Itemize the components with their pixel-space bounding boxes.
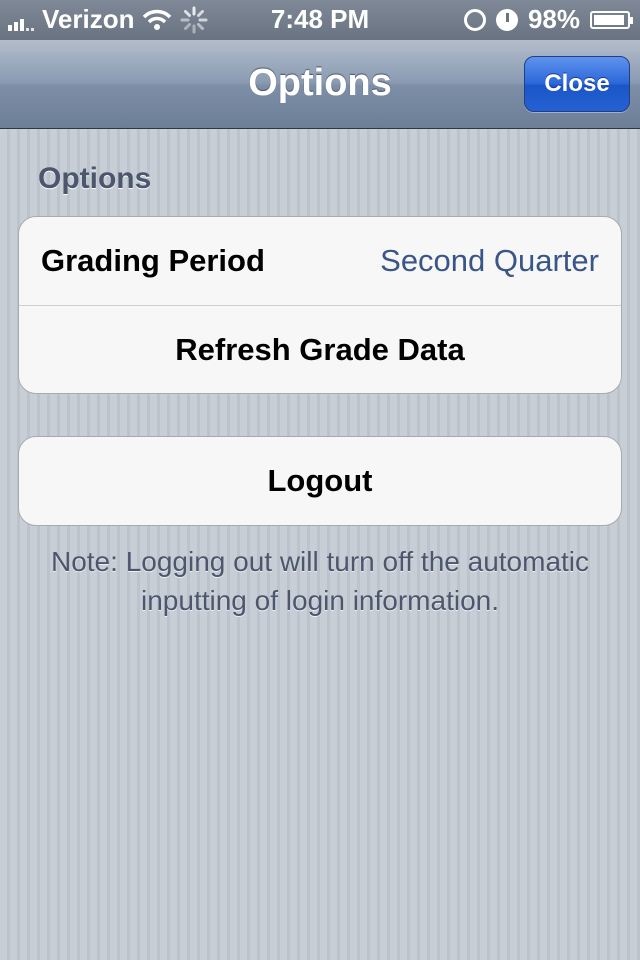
grading-period-value: Second Quarter <box>380 243 599 278</box>
navigation-bar: Options Close <box>0 40 640 129</box>
close-button[interactable]: Close <box>524 56 630 112</box>
alarm-icon <box>495 8 518 31</box>
grading-period-row[interactable]: Grading Period Second Quarter <box>19 217 621 305</box>
battery-icon <box>590 10 633 29</box>
refresh-grade-data-button[interactable]: Refresh Grade Data <box>19 305 621 393</box>
logout-label: Logout <box>267 463 373 498</box>
rotation-lock-icon <box>463 8 486 31</box>
logout-button[interactable]: Logout <box>19 437 621 525</box>
grading-period-label: Grading Period <box>41 243 265 278</box>
status-bar: Verizon 7:48 PM 98% <box>0 0 640 40</box>
logout-group: Logout <box>18 436 622 526</box>
refresh-grade-data-label: Refresh Grade Data <box>175 332 465 367</box>
status-right: 98% <box>463 4 633 35</box>
battery-percent: 98% <box>527 4 580 34</box>
section-header: Options <box>38 162 152 195</box>
options-group: Grading Period Second Quarter Refresh Gr… <box>18 216 622 394</box>
logout-note: Note: Logging out will turn off the auto… <box>50 546 590 616</box>
